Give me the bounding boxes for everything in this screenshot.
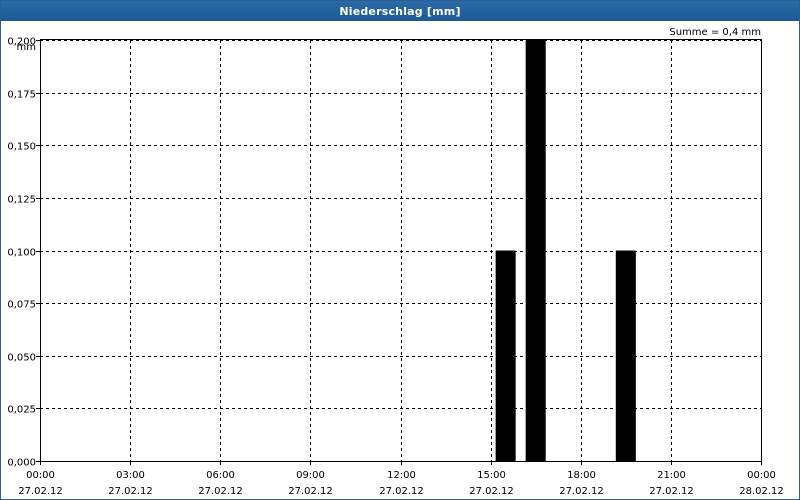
y-tick-label: 0,000 (7, 458, 36, 469)
y-tick-label: 0,175 (7, 90, 36, 101)
x-tick-time-label: 06:00 (206, 470, 235, 481)
precipitation-chart: 0,000 0,025 0,050 0,075 0,100 0,125 0,150 0,175… (7, 27, 784, 497)
x-tick-date-label: 27.02.12 (559, 486, 604, 497)
y-axis-label: mm (17, 42, 36, 53)
y-tick-label: 0,025 (7, 405, 36, 416)
x-tick-date-label: 27.02.12 (198, 486, 243, 497)
x-tick-time-label: 21:00 (657, 470, 686, 481)
x-tick-time-label: 09:00 (296, 470, 325, 481)
x-tick-date-label: 27.02.12 (18, 486, 63, 497)
x-tick-time-label: 03:00 (116, 470, 145, 481)
y-tick-label: 0,100 (7, 248, 36, 259)
y-tick-label: 0,075 (7, 300, 36, 311)
x-tick-time-label: 18:00 (567, 470, 596, 481)
x-tick-date-label: 27.02.12 (379, 486, 424, 497)
x-tick-date-label: 27.02.12 (108, 486, 153, 497)
y-tick-label: 0,150 (7, 142, 36, 153)
x-tick-time-label: 00:00 (747, 470, 776, 481)
x-tick-date-label: 27.02.12 (288, 486, 333, 497)
sum-label: Summe = 0,4 mm (669, 27, 761, 38)
y-tick-label: 0,125 (7, 195, 36, 206)
precipitation-bar (615, 250, 636, 461)
x-tick-date-label: 27.02.12 (649, 486, 694, 497)
y-tick-label: 0,050 (7, 353, 36, 364)
x-tick-date-label: 27.02.12 (469, 486, 514, 497)
precipitation-bar (525, 40, 546, 461)
x-tick-date-label: 28.02.12 (739, 486, 784, 497)
x-tick-time-label: 15:00 (477, 470, 506, 481)
precipitation-bar (495, 250, 516, 461)
x-tick-time-label: 12:00 (387, 470, 416, 481)
x-tick-time-label: 00:00 (26, 470, 55, 481)
